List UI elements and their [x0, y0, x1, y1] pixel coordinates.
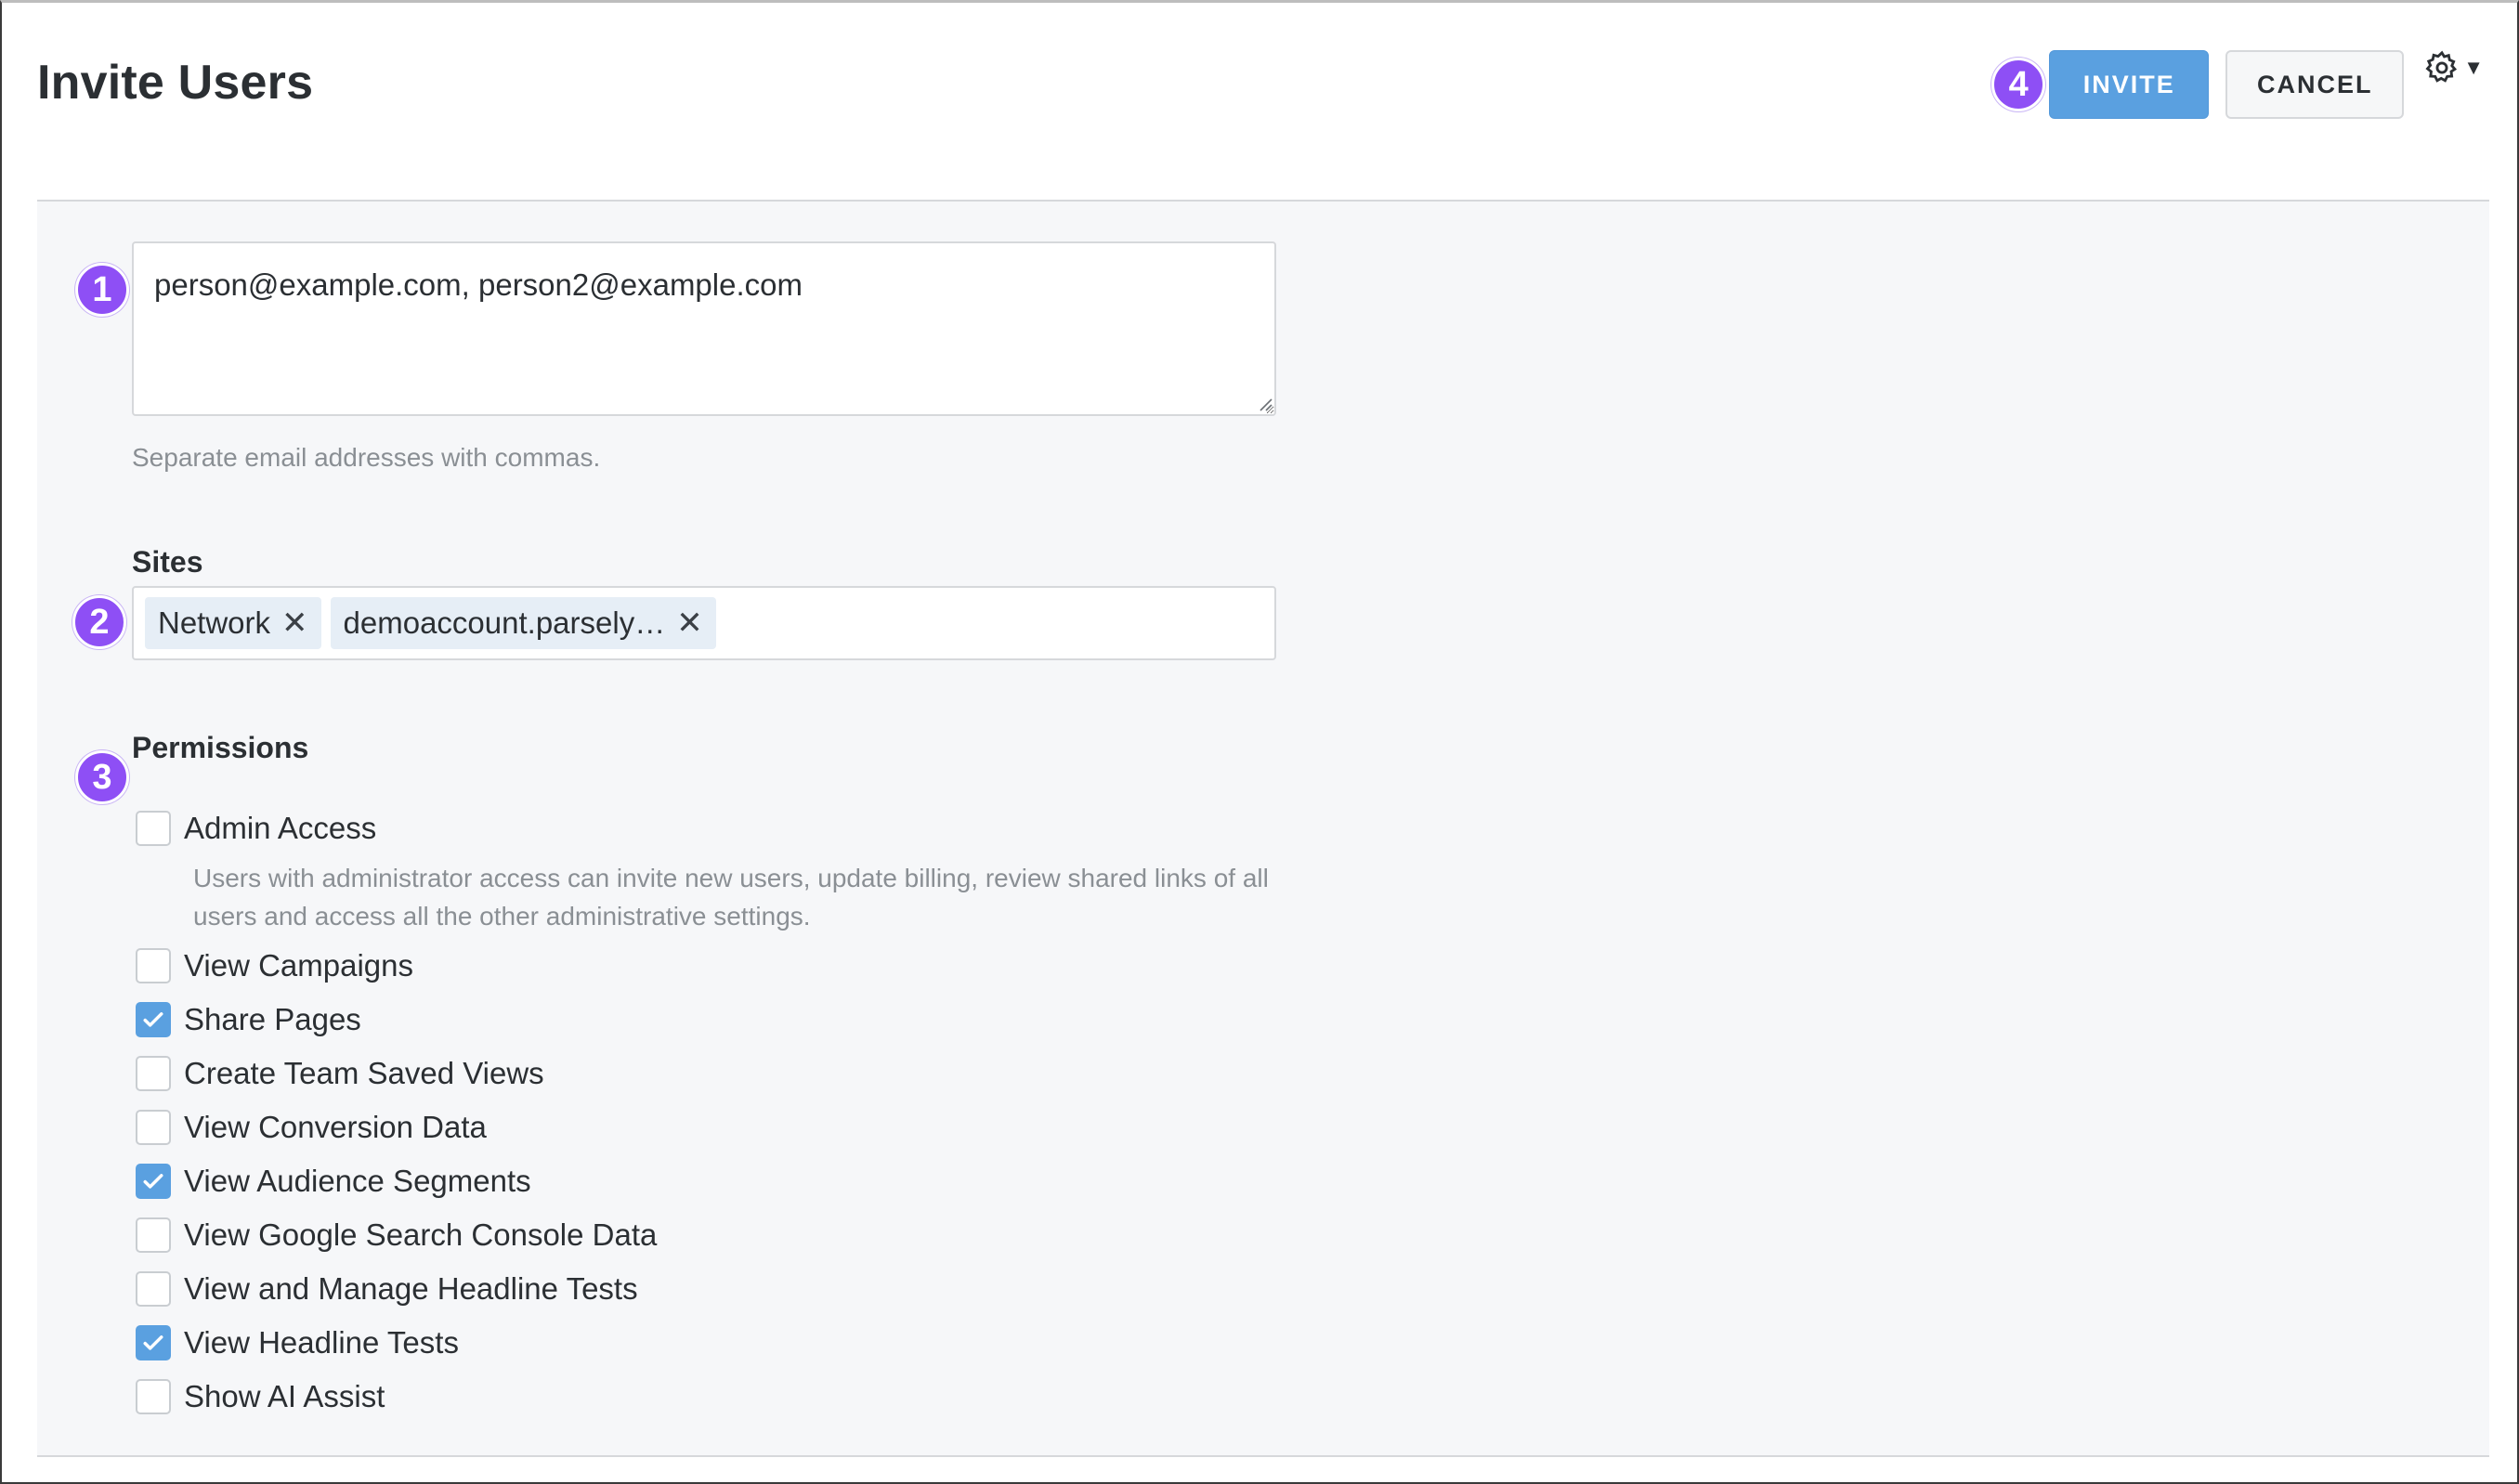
permission-label: View Audience Segments [184, 1164, 531, 1198]
gear-icon [2424, 50, 2460, 85]
checkbox-view-headline-tests[interactable] [136, 1325, 171, 1360]
checkbox-view-conversion-data[interactable] [136, 1110, 171, 1145]
checkbox-view-audience-segments[interactable] [136, 1164, 171, 1199]
permission-view-and-manage-headline-tests[interactable]: View and Manage Headline Tests [136, 1262, 1287, 1316]
permission-label: View Conversion Data [184, 1110, 487, 1144]
site-chip-network: Network ✕ [145, 597, 321, 649]
step-badge-1: 1 [75, 263, 129, 317]
cancel-button[interactable]: CANCEL [2225, 50, 2405, 119]
email-help-text: Separate email addresses with commas. [132, 443, 601, 472]
site-chip-label: Network [158, 605, 271, 640]
permission-create-team-saved-views[interactable]: Create Team Saved Views [136, 1047, 1287, 1100]
permission-label: Share Pages [184, 1002, 361, 1036]
permission-view-conversion-data[interactable]: View Conversion Data [136, 1100, 1287, 1154]
app-window: Invite Users 4 INVITE CANCEL ▼ 1 Separat… [0, 0, 2519, 1484]
permission-show-ai-assist[interactable]: Show AI Assist [136, 1370, 1287, 1424]
checkbox-create-team-saved-views[interactable] [136, 1056, 171, 1091]
permission-label: View and Manage Headline Tests [184, 1271, 638, 1306]
checkbox-view-google-search-console-data[interactable] [136, 1217, 171, 1253]
checkbox-view-campaigns[interactable] [136, 948, 171, 983]
permission-view-audience-segments[interactable]: View Audience Segments [136, 1154, 1287, 1208]
permission-label: Create Team Saved Views [184, 1056, 544, 1090]
checkbox-admin-access[interactable] [136, 811, 171, 846]
permission-label: Admin Access [184, 811, 377, 845]
permission-view-google-search-console-data[interactable]: View Google Search Console Data [136, 1208, 1287, 1262]
chevron-down-icon: ▼ [2463, 56, 2484, 79]
remove-chip-icon[interactable]: ✕ [281, 605, 308, 642]
permissions-label: Permissions [132, 731, 309, 764]
resize-handle-icon[interactable] [1258, 397, 1273, 411]
permission-share-pages[interactable]: Share Pages [136, 993, 1287, 1047]
email-addresses-input[interactable] [132, 241, 1276, 416]
permission-label: View Google Search Console Data [184, 1217, 658, 1252]
permission-description: Users with administrator access can invi… [193, 864, 1269, 931]
invite-button[interactable]: INVITE [2049, 50, 2210, 119]
step-badge-3: 3 [75, 750, 129, 804]
step-badge-2: 2 [72, 595, 126, 649]
page-title: Invite Users [37, 56, 314, 110]
remove-chip-icon[interactable]: ✕ [676, 605, 703, 642]
permission-view-headline-tests[interactable]: View Headline Tests [136, 1316, 1287, 1370]
checkbox-view-and-manage-headline-tests[interactable] [136, 1271, 171, 1307]
permission-view-campaigns[interactable]: View Campaigns [136, 939, 1287, 993]
settings-menu-button[interactable]: ▼ [2424, 33, 2484, 102]
sites-label: Sites [132, 545, 203, 579]
checkbox-share-pages[interactable] [136, 1002, 171, 1037]
permission-label: View Headline Tests [184, 1325, 459, 1360]
permissions-list: Admin Access Users with administrator acc… [136, 801, 1287, 1424]
site-chip-label: demoaccount.parsely… [343, 605, 666, 640]
header-toolbar: 4 INVITE CANCEL ▼ [1991, 49, 2484, 120]
permission-admin-access[interactable]: Admin Access [136, 801, 1287, 855]
permission-label: View Campaigns [184, 948, 414, 983]
step-badge-4: 4 [1991, 58, 2046, 111]
permission-label: Show AI Assist [184, 1379, 385, 1413]
site-chip-demoaccount: demoaccount.parsely… ✕ [330, 597, 716, 649]
sites-select[interactable]: Network ✕ demoaccount.parsely… ✕ [132, 586, 1276, 660]
checkbox-show-ai-assist[interactable] [136, 1379, 171, 1414]
